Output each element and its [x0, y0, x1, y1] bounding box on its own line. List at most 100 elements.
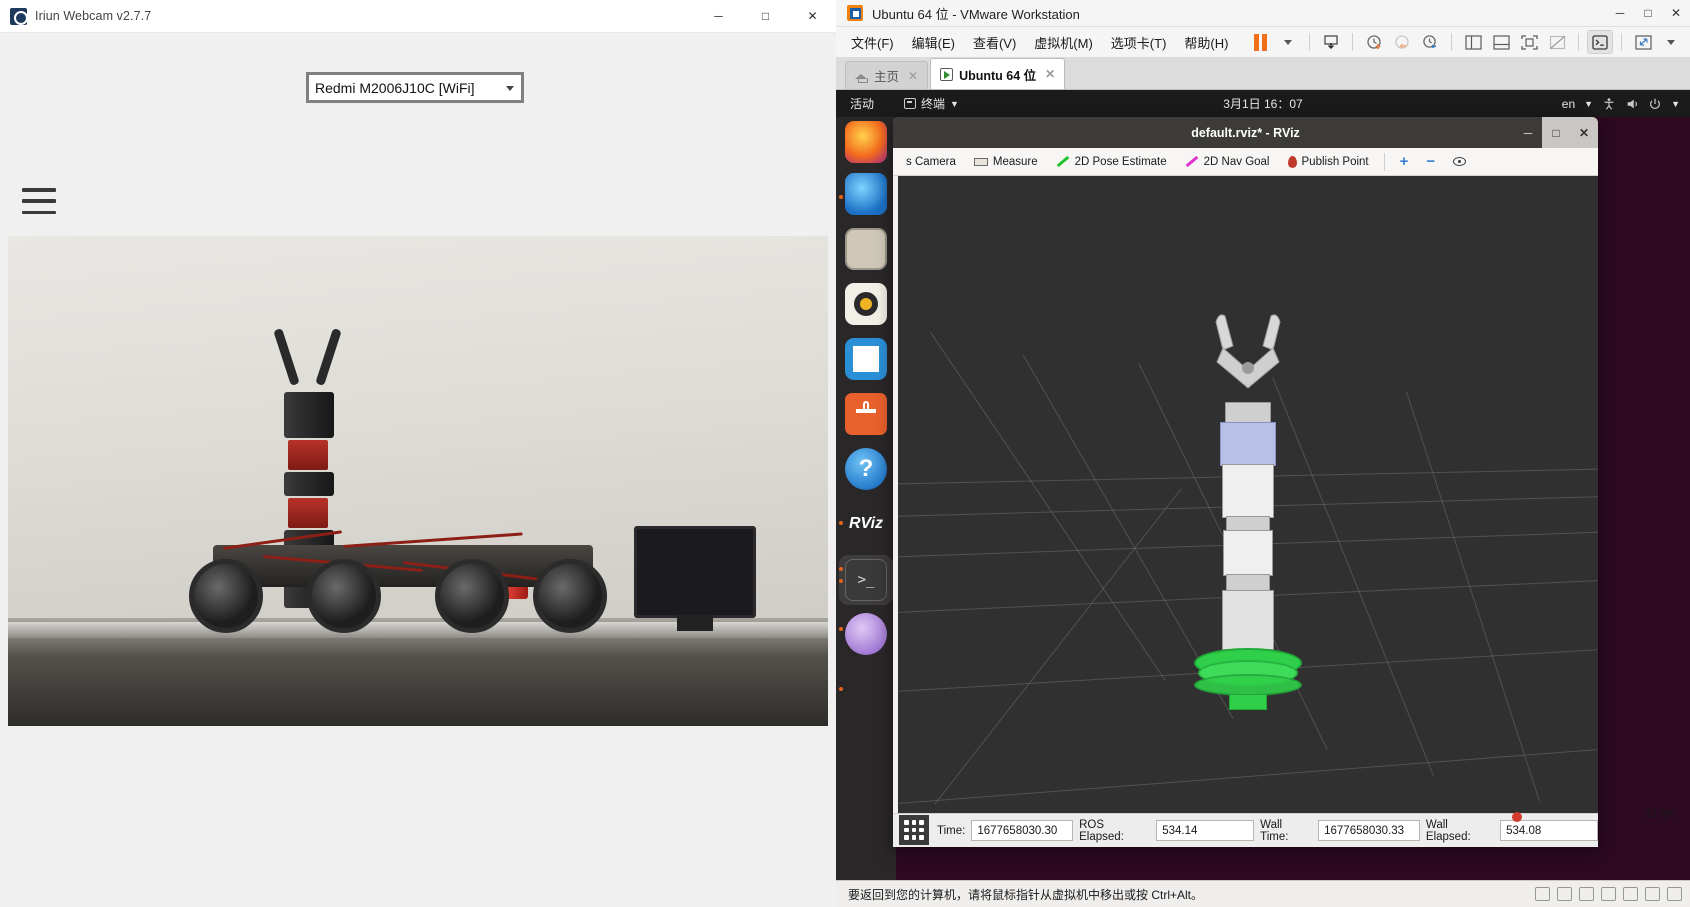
rviz-tool-measure[interactable]: Measure	[965, 154, 1047, 170]
rviz-minimize-button[interactable]: ─	[1514, 117, 1542, 148]
dock-item-help[interactable]: ?	[845, 448, 887, 490]
hamburger-menu-icon[interactable]	[22, 188, 56, 214]
tab-home-label: 主页	[874, 70, 900, 84]
rviz-toolbar-divider	[1383, 152, 1385, 171]
rviz-tool-nav-goal-label: 2D Nav Goal	[1203, 155, 1270, 168]
unity-mode-icon[interactable]	[1544, 30, 1570, 54]
snapshot-manager-icon[interactable]	[1417, 30, 1443, 54]
keyboard-layout-indicator[interactable]: en	[1562, 97, 1575, 111]
dock-item-purple-app[interactable]	[845, 613, 887, 655]
publish-point-icon	[1287, 155, 1297, 168]
dock-item-libreoffice-writer[interactable]	[845, 338, 887, 380]
rviz-maximize-button[interactable]: □	[1542, 117, 1570, 148]
cd-drive-icon[interactable]	[1557, 887, 1572, 901]
vmware-tabbar: 主页 ✕ Ubuntu 64 位 ✕	[836, 57, 1690, 90]
tab-home-close-icon[interactable]: ✕	[908, 69, 918, 83]
menu-view[interactable]: 查看(V)	[964, 30, 1025, 55]
vmware-status-message: 要返回到您的计算机，请将鼠标指针从虚拟机中移出或按 Ctrl+Alt。	[848, 887, 1204, 902]
tab-ubuntu64-close-icon[interactable]: ✕	[1045, 67, 1055, 81]
dock-item-rhythmbox[interactable]	[845, 283, 887, 325]
hard-disk-icon[interactable]	[1535, 887, 1550, 901]
console-view-icon[interactable]	[1587, 30, 1613, 54]
rviz-3d-viewport[interactable]	[898, 176, 1598, 847]
wall-elapsed-value[interactable]: 534.08	[1500, 820, 1598, 841]
dock-item-terminal[interactable]: >_	[845, 559, 887, 601]
webcam-video-preview	[8, 236, 828, 726]
rviz-tool-publish-point[interactable]: Publish Point	[1279, 154, 1378, 170]
rviz-tool-pose-estimate[interactable]: 2D Pose Estimate	[1047, 154, 1176, 170]
dock-item-files[interactable]	[845, 228, 887, 270]
iriun-close-button[interactable]: ✕	[789, 0, 836, 32]
dock-item-firefox[interactable]	[845, 121, 887, 163]
tab-ubuntu64[interactable]: Ubuntu 64 位 ✕	[930, 58, 1066, 89]
vmware-maximize-button[interactable]: □	[1634, 0, 1662, 26]
display-icon[interactable]	[1667, 887, 1682, 901]
menu-help[interactable]: 帮助(H)	[1175, 30, 1237, 55]
toolbar-divider	[1621, 33, 1622, 51]
rviz-body	[893, 176, 1598, 847]
ros-elapsed-value[interactable]: 534.14	[1156, 820, 1255, 841]
guest-vm-screen[interactable]: 活动 终端 ▼ 3月1日 16：07 en ▼ ▼ ? RViz >_ defa…	[836, 90, 1690, 880]
network-icon[interactable]	[1579, 887, 1594, 901]
device-select[interactable]: Redmi M2006J10C [WiFi]	[306, 72, 524, 103]
revert-snapshot-icon[interactable]	[1389, 30, 1415, 54]
power-dropdown-caret-icon[interactable]	[1275, 30, 1301, 54]
pause-button[interactable]	[1247, 30, 1273, 54]
ubuntu-system-indicators[interactable]: en ▼ ▼	[1562, 97, 1680, 111]
running-indicator-extra	[839, 687, 843, 691]
menu-edit[interactable]: 编辑(E)	[903, 30, 964, 55]
usb-icon[interactable]	[1601, 887, 1616, 901]
webcam-icon	[10, 7, 28, 25]
vmware-minimize-button[interactable]: ─	[1606, 0, 1634, 26]
tab-ubuntu64-label: Ubuntu 64 位	[959, 68, 1037, 83]
ubuntu-topbar: 活动 终端 ▼ 3月1日 16：07 en ▼ ▼	[836, 90, 1690, 117]
dock-item-thunderbird[interactable]	[845, 173, 887, 215]
toolbar-divider	[1309, 33, 1310, 51]
rviz-tool-publish-point-label: Publish Point	[1301, 155, 1369, 168]
snapshot-button[interactable]	[1318, 30, 1344, 54]
rviz-status-bar: Time: 1677658030.30 ROS Elapsed: 534.14 …	[893, 813, 1598, 847]
fullscreen-icon[interactable]	[1516, 30, 1542, 54]
menu-file[interactable]: 文件(F)	[842, 30, 903, 55]
rviz-close-button[interactable]: ✕	[1570, 117, 1598, 148]
vmware-close-button[interactable]: ✕	[1662, 0, 1690, 26]
rviz-titlebar: default.rviz* - RViz ─ □ ✕	[893, 117, 1598, 148]
wall-elapsed-label: Wall Elapsed:	[1425, 818, 1471, 843]
iriun-maximize-button[interactable]: □	[742, 0, 789, 32]
printer-icon[interactable]	[1645, 887, 1660, 901]
home-icon	[855, 70, 868, 83]
rviz-tool-visibility[interactable]	[1444, 155, 1475, 168]
chevron-down-icon[interactable]: ▼	[1671, 99, 1680, 109]
rviz-tool-add[interactable]: +	[1391, 151, 1418, 172]
vmware-status-bar: 要返回到您的计算机，请将鼠标指针从虚拟机中移出或按 Ctrl+Alt。	[836, 880, 1690, 907]
rviz-tool-remove[interactable]: −	[1417, 151, 1444, 172]
time-value[interactable]: 1677658030.30	[971, 820, 1074, 841]
vmware-toolbar	[1247, 27, 1684, 57]
running-indicator-files	[839, 195, 843, 199]
tab-home[interactable]: 主页 ✕	[845, 61, 929, 89]
toolbar-divider	[1578, 33, 1579, 51]
dock-item-ubuntu-software[interactable]	[845, 393, 887, 435]
accessibility-icon[interactable]	[1602, 97, 1616, 111]
show-bottom-panel-icon[interactable]	[1488, 30, 1514, 54]
stretch-dropdown-caret-icon[interactable]	[1658, 30, 1684, 54]
iriun-minimize-button[interactable]: ─	[695, 0, 742, 32]
dock-item-rviz[interactable]: RViz	[845, 503, 887, 545]
stretch-icon[interactable]	[1630, 30, 1656, 54]
rviz-window-title: default.rviz* - RViz	[1191, 125, 1300, 140]
iriun-window-buttons: ─ □ ✕	[695, 0, 836, 32]
iriun-titlebar: Iriun Webcam v2.7.7 ─ □ ✕	[0, 0, 836, 33]
menu-tabs[interactable]: 选项卡(T)	[1102, 30, 1176, 55]
power-icon[interactable]	[1648, 97, 1662, 111]
rviz-tool-nav-goal[interactable]: 2D Nav Goal	[1176, 154, 1279, 170]
show-applications-icon[interactable]	[899, 815, 929, 845]
chevron-down-icon: ▼	[1584, 98, 1594, 109]
show-sidebar-icon[interactable]	[1460, 30, 1486, 54]
sound-icon[interactable]	[1623, 887, 1638, 901]
robot-model-3d	[1183, 310, 1313, 740]
volume-icon[interactable]	[1625, 97, 1639, 111]
menu-vm[interactable]: 虚拟机(M)	[1025, 30, 1102, 55]
take-snapshot-icon[interactable]	[1361, 30, 1387, 54]
wall-time-value[interactable]: 1677658030.33	[1318, 820, 1420, 841]
rviz-tool-interact[interactable]: s Camera	[897, 154, 965, 170]
